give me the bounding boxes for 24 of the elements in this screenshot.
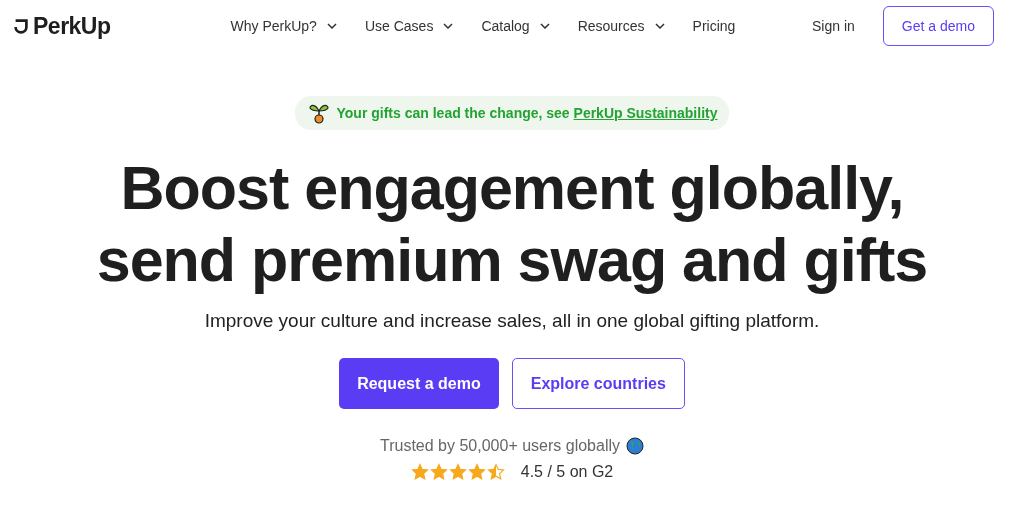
sign-in-link[interactable]: Sign in [806, 17, 861, 35]
nav-link[interactable]: Resources [577, 18, 665, 34]
nav-link[interactable]: Use Cases [364, 18, 454, 34]
logo-text[interactable]: PerkUp [33, 12, 111, 40]
trust-text: Trusted by 50,000+ users globally [380, 437, 620, 455]
get-demo-button[interactable]: Get a demo [882, 6, 994, 46]
star-icon [429, 463, 448, 481]
sprout-icon [308, 102, 329, 124]
star-icon [467, 463, 486, 481]
nav-link[interactable]: Why PerkUp? [230, 18, 337, 34]
star-icon [448, 463, 467, 481]
headline: send premium swag and gifts [96, 225, 928, 296]
nav-link[interactable]: Catalog [481, 18, 550, 34]
star-icon [410, 463, 429, 481]
nav-link[interactable]: Pricing [692, 18, 736, 34]
headline: Boost engagement globally, [120, 153, 904, 224]
rating-text: 4.5 / 5 on G2 [520, 463, 614, 481]
subtitle: Improve your culture and increase sales, all in one global gifting platform. [204, 310, 820, 332]
explore-countries-button[interactable]: Explore countries [511, 358, 685, 409]
banner-text: Your gifts can lead the change, see PerkUp Sustainability [336, 105, 718, 121]
star-icon [486, 463, 505, 481]
request-demo-button[interactable]: Request a demo [339, 358, 499, 409]
logo-icon [12, 17, 30, 35]
globe-icon [626, 437, 644, 455]
